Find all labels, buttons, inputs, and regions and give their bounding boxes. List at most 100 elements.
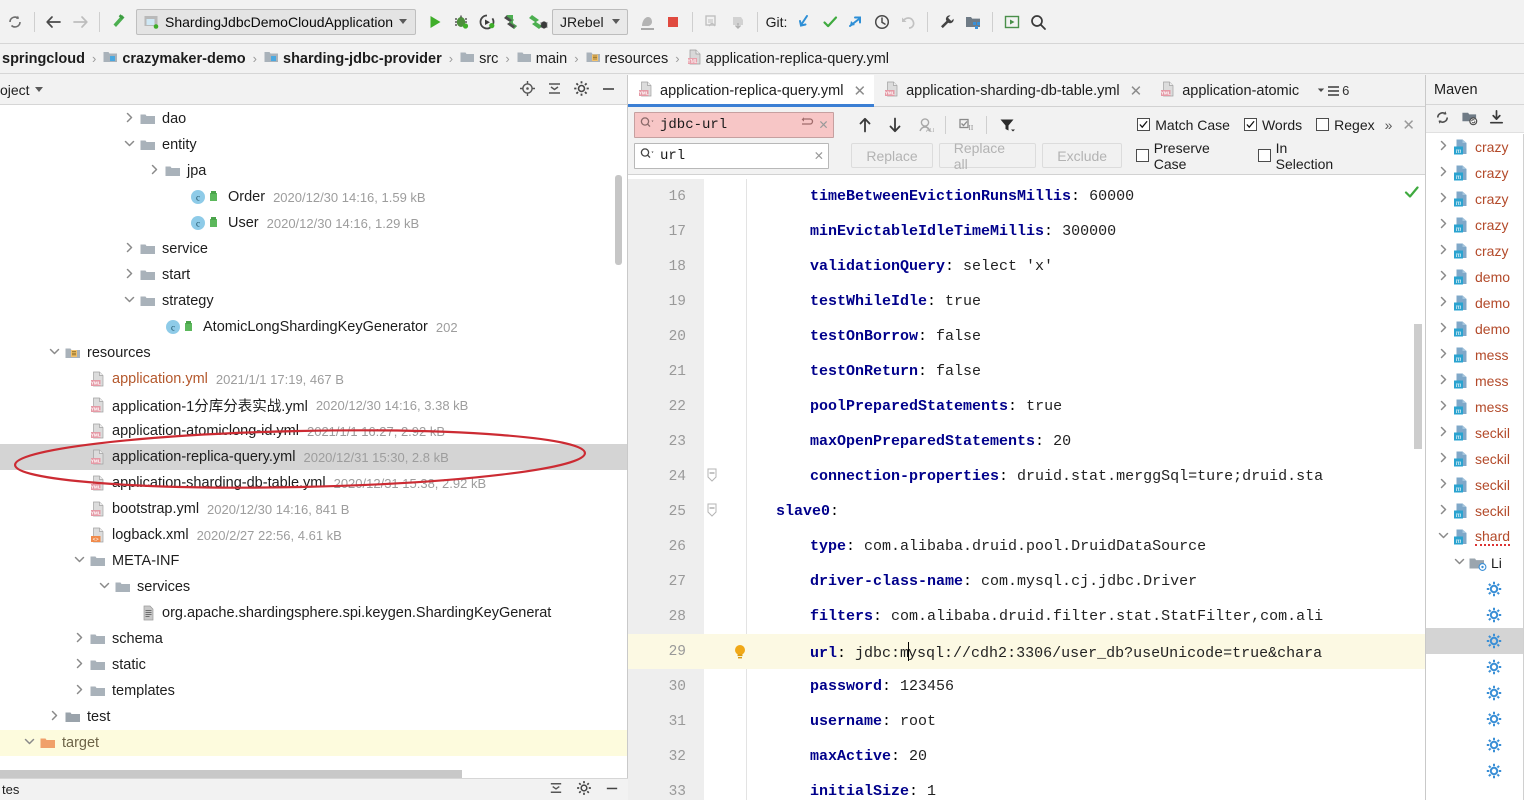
chevron-down-icon[interactable]: [1434, 531, 1452, 543]
chevron-right-icon[interactable]: [1434, 296, 1452, 310]
code-line-18[interactable]: 18 validationQuery: select 'x': [628, 249, 1425, 284]
chevron-right-icon[interactable]: [1434, 270, 1452, 284]
breadcrumb-item-file[interactable]: YML application-replica-query.yml: [685, 49, 891, 69]
maven-tree-node[interactable]: [1426, 758, 1524, 784]
git-update-icon[interactable]: [791, 9, 817, 35]
tree-node-target[interactable]: target: [0, 730, 627, 756]
maven-tree-node-demo[interactable]: m demo: [1426, 316, 1524, 342]
tree-node-jpa[interactable]: jpa: [0, 158, 627, 184]
maven-tree-node-crazy[interactable]: m crazy: [1426, 160, 1524, 186]
replace-button[interactable]: Replace: [851, 143, 933, 168]
code-line-29[interactable]: 29 url: jdbc:mysql://cdh2:3306/user_db?us…: [628, 634, 1425, 669]
tree-node-order[interactable]: c Order 2020/12/30 14:16, 1.59 kB: [0, 184, 627, 210]
project-tree-horizontal-scrollbar[interactable]: [0, 770, 462, 778]
search-history-icon[interactable]: [800, 116, 814, 134]
tree-node-application-yml[interactable]: YML application.yml 2021/1/1 17:19, 467 B: [0, 366, 627, 392]
code-line-25[interactable]: 25 slave0:: [628, 494, 1425, 529]
regex-option[interactable]: Regex: [1316, 117, 1375, 133]
tree-node-test[interactable]: test: [0, 704, 627, 730]
chevron-right-icon[interactable]: [1434, 166, 1452, 180]
maven-tree-node-shard[interactable]: m shard: [1426, 524, 1524, 550]
code-line-28[interactable]: 28 filters: com.alibaba.druid.filter.stat…: [628, 599, 1425, 634]
chevron-right-icon[interactable]: [1434, 322, 1452, 336]
project-tree[interactable]: dao entity jpa c Order 2020/12/30 14:16, 1.59…: [0, 106, 627, 778]
code-line-24[interactable]: 24 connection-properties: druid.stat.merg…: [628, 459, 1425, 494]
gear-icon[interactable]: [573, 80, 590, 100]
fold-handle-icon[interactable]: [706, 503, 718, 520]
git-push-icon[interactable]: [843, 9, 869, 35]
maven-tree-node[interactable]: [1426, 576, 1524, 602]
tab-overflow-menu[interactable]: 6: [1311, 75, 1355, 106]
preserve-case-checkbox[interactable]: [1136, 149, 1149, 162]
chevron-right-icon[interactable]: [1434, 192, 1452, 206]
filter-icon[interactable]: [992, 112, 1022, 138]
chevron-right-icon[interactable]: [1434, 426, 1452, 440]
tree-node-logback-xml[interactable]: <> logback.xml 2020/2/27 22:56, 4.61 kB: [0, 522, 627, 548]
code-line-19[interactable]: 19 testWhileIdle: true: [628, 284, 1425, 319]
code-line-27[interactable]: 27 driver-class-name: com.mysql.cj.jdbc.D…: [628, 564, 1425, 599]
code-line-17[interactable]: 17 minEvictableIdleTimeMillis: 300000: [628, 214, 1425, 249]
maven-tree-node-seckil[interactable]: m seckil: [1426, 420, 1524, 446]
tree-node-static[interactable]: static: [0, 652, 627, 678]
chevron-right-icon[interactable]: [120, 268, 138, 282]
in-selection-option[interactable]: In Selection: [1257, 140, 1347, 172]
code-line-21[interactable]: 21 testOnReturn: false: [628, 354, 1425, 389]
download-sources-icon[interactable]: [1488, 109, 1505, 129]
words-checkbox[interactable]: [1243, 118, 1257, 131]
chevron-right-icon[interactable]: [70, 684, 88, 698]
maven-tree-node[interactable]: [1426, 680, 1524, 706]
tree-node-application-atomiclong-id-yml[interactable]: YML application-atomiclong-id.yml 2021/1/1…: [0, 418, 627, 444]
code-line-20[interactable]: 20 testOnBorrow: false: [628, 319, 1425, 354]
chevron-down-icon[interactable]: [45, 347, 63, 359]
editor-code[interactable]: 16 timeBetweenEvictionRunsMillis: 60000 17…: [628, 179, 1425, 800]
run-with-coverage-icon[interactable]: [474, 9, 500, 35]
hide-icon-footer[interactable]: [604, 780, 620, 799]
sync-icon[interactable]: [2, 9, 28, 35]
chevron-right-icon[interactable]: [1434, 452, 1452, 466]
run-icon[interactable]: [422, 9, 448, 35]
reload-all-icon[interactable]: [1434, 109, 1451, 129]
magnifier-dropdown-icon[interactable]: [640, 116, 655, 134]
maven-tree-node[interactable]: [1426, 732, 1524, 758]
maven-tree-node-crazy[interactable]: m crazy: [1426, 186, 1524, 212]
magnifier-dropdown-icon-replace[interactable]: [640, 147, 655, 165]
tree-node-templates[interactable]: templates: [0, 678, 627, 704]
tree-node-entity[interactable]: entity: [0, 132, 627, 158]
chevron-right-icon[interactable]: [120, 242, 138, 256]
chevron-right-icon[interactable]: [145, 164, 163, 178]
code-line-31[interactable]: 31 username: root: [628, 704, 1425, 739]
git-commit-icon[interactable]: [817, 9, 843, 35]
tree-node-services[interactable]: services: [0, 574, 627, 600]
search-input[interactable]: jdbc-url ✕: [634, 111, 834, 138]
clear-replace-icon[interactable]: ✕: [814, 146, 823, 165]
tree-node-service[interactable]: service: [0, 236, 627, 262]
maven-tree-node-mess[interactable]: m mess: [1426, 394, 1524, 420]
settings-wrench-icon[interactable]: [934, 9, 960, 35]
chevron-right-icon[interactable]: [1434, 348, 1452, 362]
breadcrumb-item-sharding-jdbc-provider[interactable]: sharding-jdbc-provider: [262, 50, 444, 68]
chevron-down-icon[interactable]: [95, 581, 113, 593]
exclude-button[interactable]: Exclude: [1042, 143, 1123, 168]
stop-icon[interactable]: [660, 9, 686, 35]
hide-icon[interactable]: [600, 80, 617, 100]
code-line-33[interactable]: 33 initialSize: 1: [628, 774, 1425, 800]
maven-tree-node[interactable]: [1426, 602, 1524, 628]
project-tree-vertical-scrollbar[interactable]: [615, 175, 622, 265]
code-line-23[interactable]: 23 maxOpenPreparedStatements: 20: [628, 424, 1425, 459]
jrebel-debug-icon[interactable]: [526, 9, 552, 35]
chevron-right-icon[interactable]: [1434, 140, 1452, 154]
tree-node-strategy[interactable]: strategy: [0, 288, 627, 314]
match-case-checkbox[interactable]: [1137, 118, 1151, 131]
collapse-all-icon-footer[interactable]: [548, 780, 564, 799]
tree-node-application-sharding-db-table-yml[interactable]: YML application-sharding-db-table.yml 2020…: [0, 470, 627, 496]
chevron-right-icon[interactable]: [45, 710, 63, 724]
maven-tree-node-seckil[interactable]: m seckil: [1426, 446, 1524, 472]
prev-occurrence-icon[interactable]: [850, 112, 880, 138]
tree-node-bootstrap-yml[interactable]: YML bootstrap.yml 2020/12/30 14:16, 841 B: [0, 496, 627, 522]
back-arrow-icon[interactable]: [41, 9, 67, 35]
tree-node-dao[interactable]: dao: [0, 106, 627, 132]
toggle-multiline-icon[interactable]: II: [951, 112, 981, 138]
code-line-16[interactable]: 16 timeBetweenEvictionRunsMillis: 60000: [628, 179, 1425, 214]
search-everywhere-icon[interactable]: [1025, 9, 1051, 35]
maven-tree-node[interactable]: [1426, 628, 1524, 654]
